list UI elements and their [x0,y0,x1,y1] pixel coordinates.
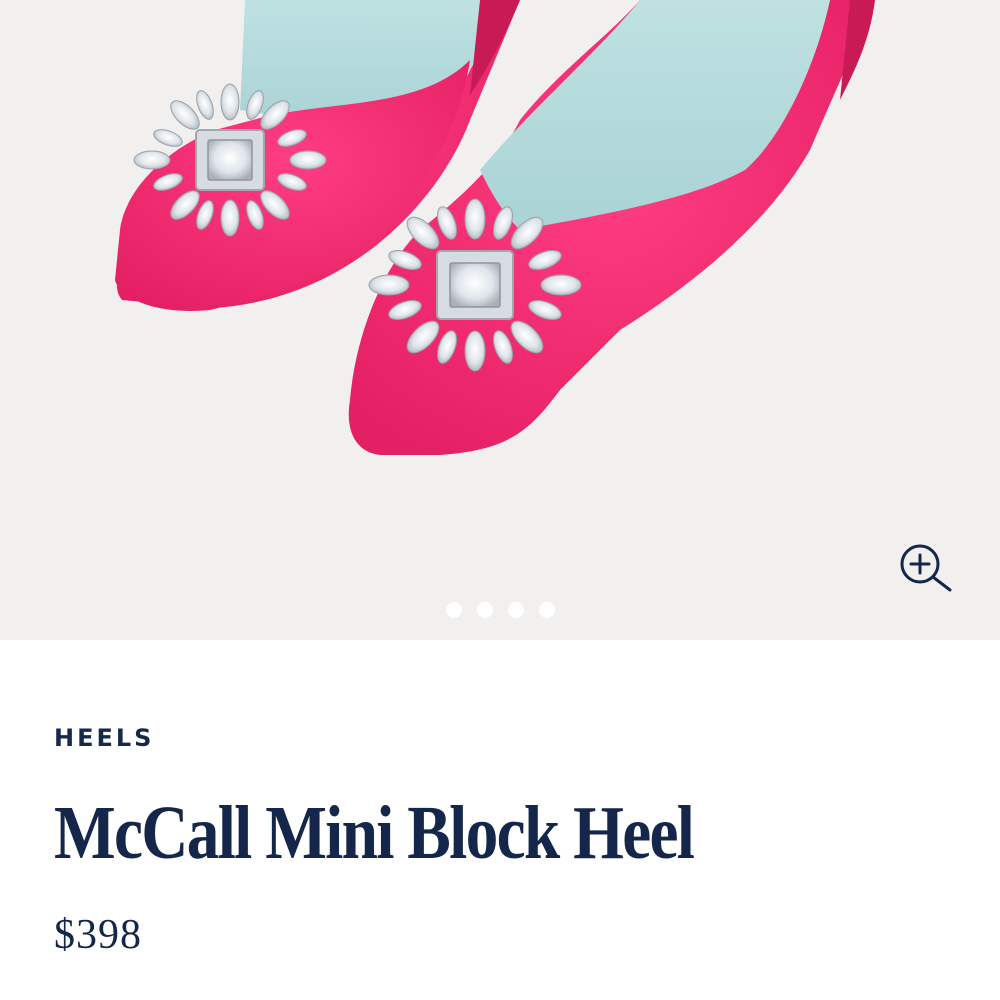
product-price: $398 [54,912,142,958]
carousel-pagination [446,602,555,618]
product-title: McCall Mini Block Heel [54,791,695,875]
zoom-in-icon [900,544,952,592]
carousel-dot-4[interactable] [539,602,555,618]
product-photo[interactable] [0,0,1000,640]
zoom-button[interactable] [896,540,956,596]
product-page: HEELS McCall Mini Block Heel $398 [0,0,1000,1000]
carousel-dot-2[interactable] [477,602,493,618]
carousel-dot-3[interactable] [508,602,524,618]
carousel-dot-1[interactable] [446,602,462,618]
product-category: HEELS [54,724,155,752]
product-info: HEELS McCall Mini Block Heel $398 [0,640,1000,1000]
product-image-gallery[interactable] [0,0,1000,640]
